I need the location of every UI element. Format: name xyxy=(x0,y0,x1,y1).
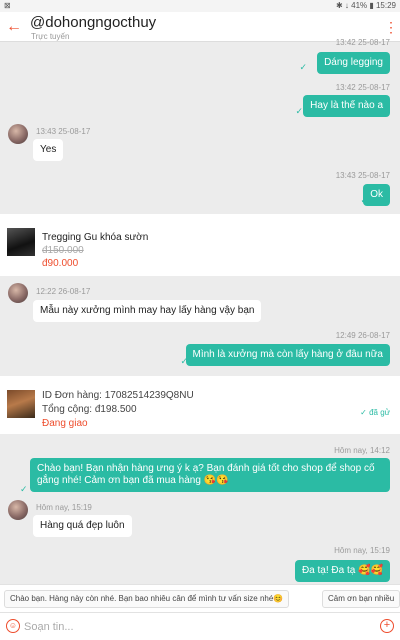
message-composer: ☺ + xyxy=(0,612,400,640)
status-indicators: ✱ ↓ 41% ▮ 15:29 xyxy=(335,1,396,10)
quick-reply-chip[interactable]: Chào bạn. Hàng này còn nhé. Bạn bao nhiê… xyxy=(4,590,290,608)
message-bubble-outgoing[interactable]: Dáng legging xyxy=(317,52,390,74)
read-check-icon: ✓ xyxy=(20,484,28,494)
product-old-price: đ150.000 xyxy=(42,245,84,256)
product-card[interactable]: Tregging Gu khóa sườn đ150.000 đ90.000 xyxy=(0,214,400,276)
message-bubble-incoming[interactable]: Mẫu này xưởng mình may hay lấy hàng vậy … xyxy=(33,300,262,322)
message-timestamp: 13:42 25-08-17 xyxy=(335,38,390,47)
contact-avatar[interactable] xyxy=(8,500,28,520)
contact-avatar[interactable] xyxy=(8,283,28,303)
message-timestamp: 13:42 25-08-17 xyxy=(335,83,390,92)
order-status: Đang giao xyxy=(42,418,88,429)
message-timestamp: Hôm nay, 15:19 xyxy=(36,503,92,512)
add-attachment-icon[interactable]: + xyxy=(380,619,394,633)
message-bubble-outgoing[interactable]: Mình là xưởng mà còn lấy hàng ở đâu nữa xyxy=(185,344,390,366)
status-bar: ⊠ ✱ ↓ 41% ▮ 15:29 xyxy=(0,0,400,12)
contact-name: @dohongngocthuy xyxy=(30,14,157,31)
quick-reply-chip[interactable]: Cảm ơn bạn nhiều xyxy=(322,590,400,608)
back-arrow-icon[interactable]: ← xyxy=(6,17,22,37)
more-options-icon[interactable]: ⋮ xyxy=(384,18,398,36)
order-id: ID Đơn hàng: 17082514239Q8NU xyxy=(42,390,194,401)
message-timestamp: 13:43 25-08-17 xyxy=(335,171,390,180)
quick-reply-bar: Chào bạn. Hàng này còn nhé. Bạn bao nhiê… xyxy=(0,584,400,612)
product-price: đ90.000 xyxy=(42,258,79,269)
emoji-icon[interactable]: ☺ xyxy=(6,619,20,633)
order-total: Tổng cộng: đ198.500 xyxy=(42,404,137,415)
message-bubble-outgoing[interactable]: Ok xyxy=(363,184,390,206)
product-name: Tregging Gu khóa sườn xyxy=(42,232,149,243)
message-timestamp: 12:22 26-08-17 xyxy=(36,287,91,296)
message-input[interactable] xyxy=(24,617,364,637)
message-timestamp: 12:49 26-08-17 xyxy=(335,331,390,340)
delivered-status: ✓ đã gử xyxy=(360,408,390,417)
order-card[interactable]: ID Đơn hàng: 17082514239Q8NU Tổng cộng: … xyxy=(0,376,400,434)
read-check-icon: ✓ xyxy=(295,106,303,116)
message-timestamp: 13:43 25-08-17 xyxy=(36,127,91,136)
read-check-icon: ✓ xyxy=(299,62,307,72)
product-thumbnail xyxy=(7,228,35,256)
message-timestamp: Hôm nay, 14:12 xyxy=(334,446,390,455)
message-bubble-incoming[interactable]: Hàng quá đẹp luôn xyxy=(33,515,132,537)
message-timestamp: Hôm nay, 15:19 xyxy=(334,546,390,555)
notification-icon: ⊠ xyxy=(4,1,11,10)
order-thumbnail xyxy=(7,390,35,418)
message-bubble-incoming[interactable]: Yes xyxy=(33,139,64,161)
contact-avatar[interactable] xyxy=(8,124,28,144)
online-status: Trực tuyến xyxy=(31,32,70,41)
message-bubble-outgoing[interactable]: Chào bạn! Bạn nhận hàng ưng ý k ạ? Bạn đ… xyxy=(30,458,390,492)
message-bubble-outgoing[interactable]: Hay là thế nào a xyxy=(303,95,390,117)
message-bubble-outgoing[interactable]: Đa tạ! Đa tạ 🥰🥰 xyxy=(294,560,390,582)
